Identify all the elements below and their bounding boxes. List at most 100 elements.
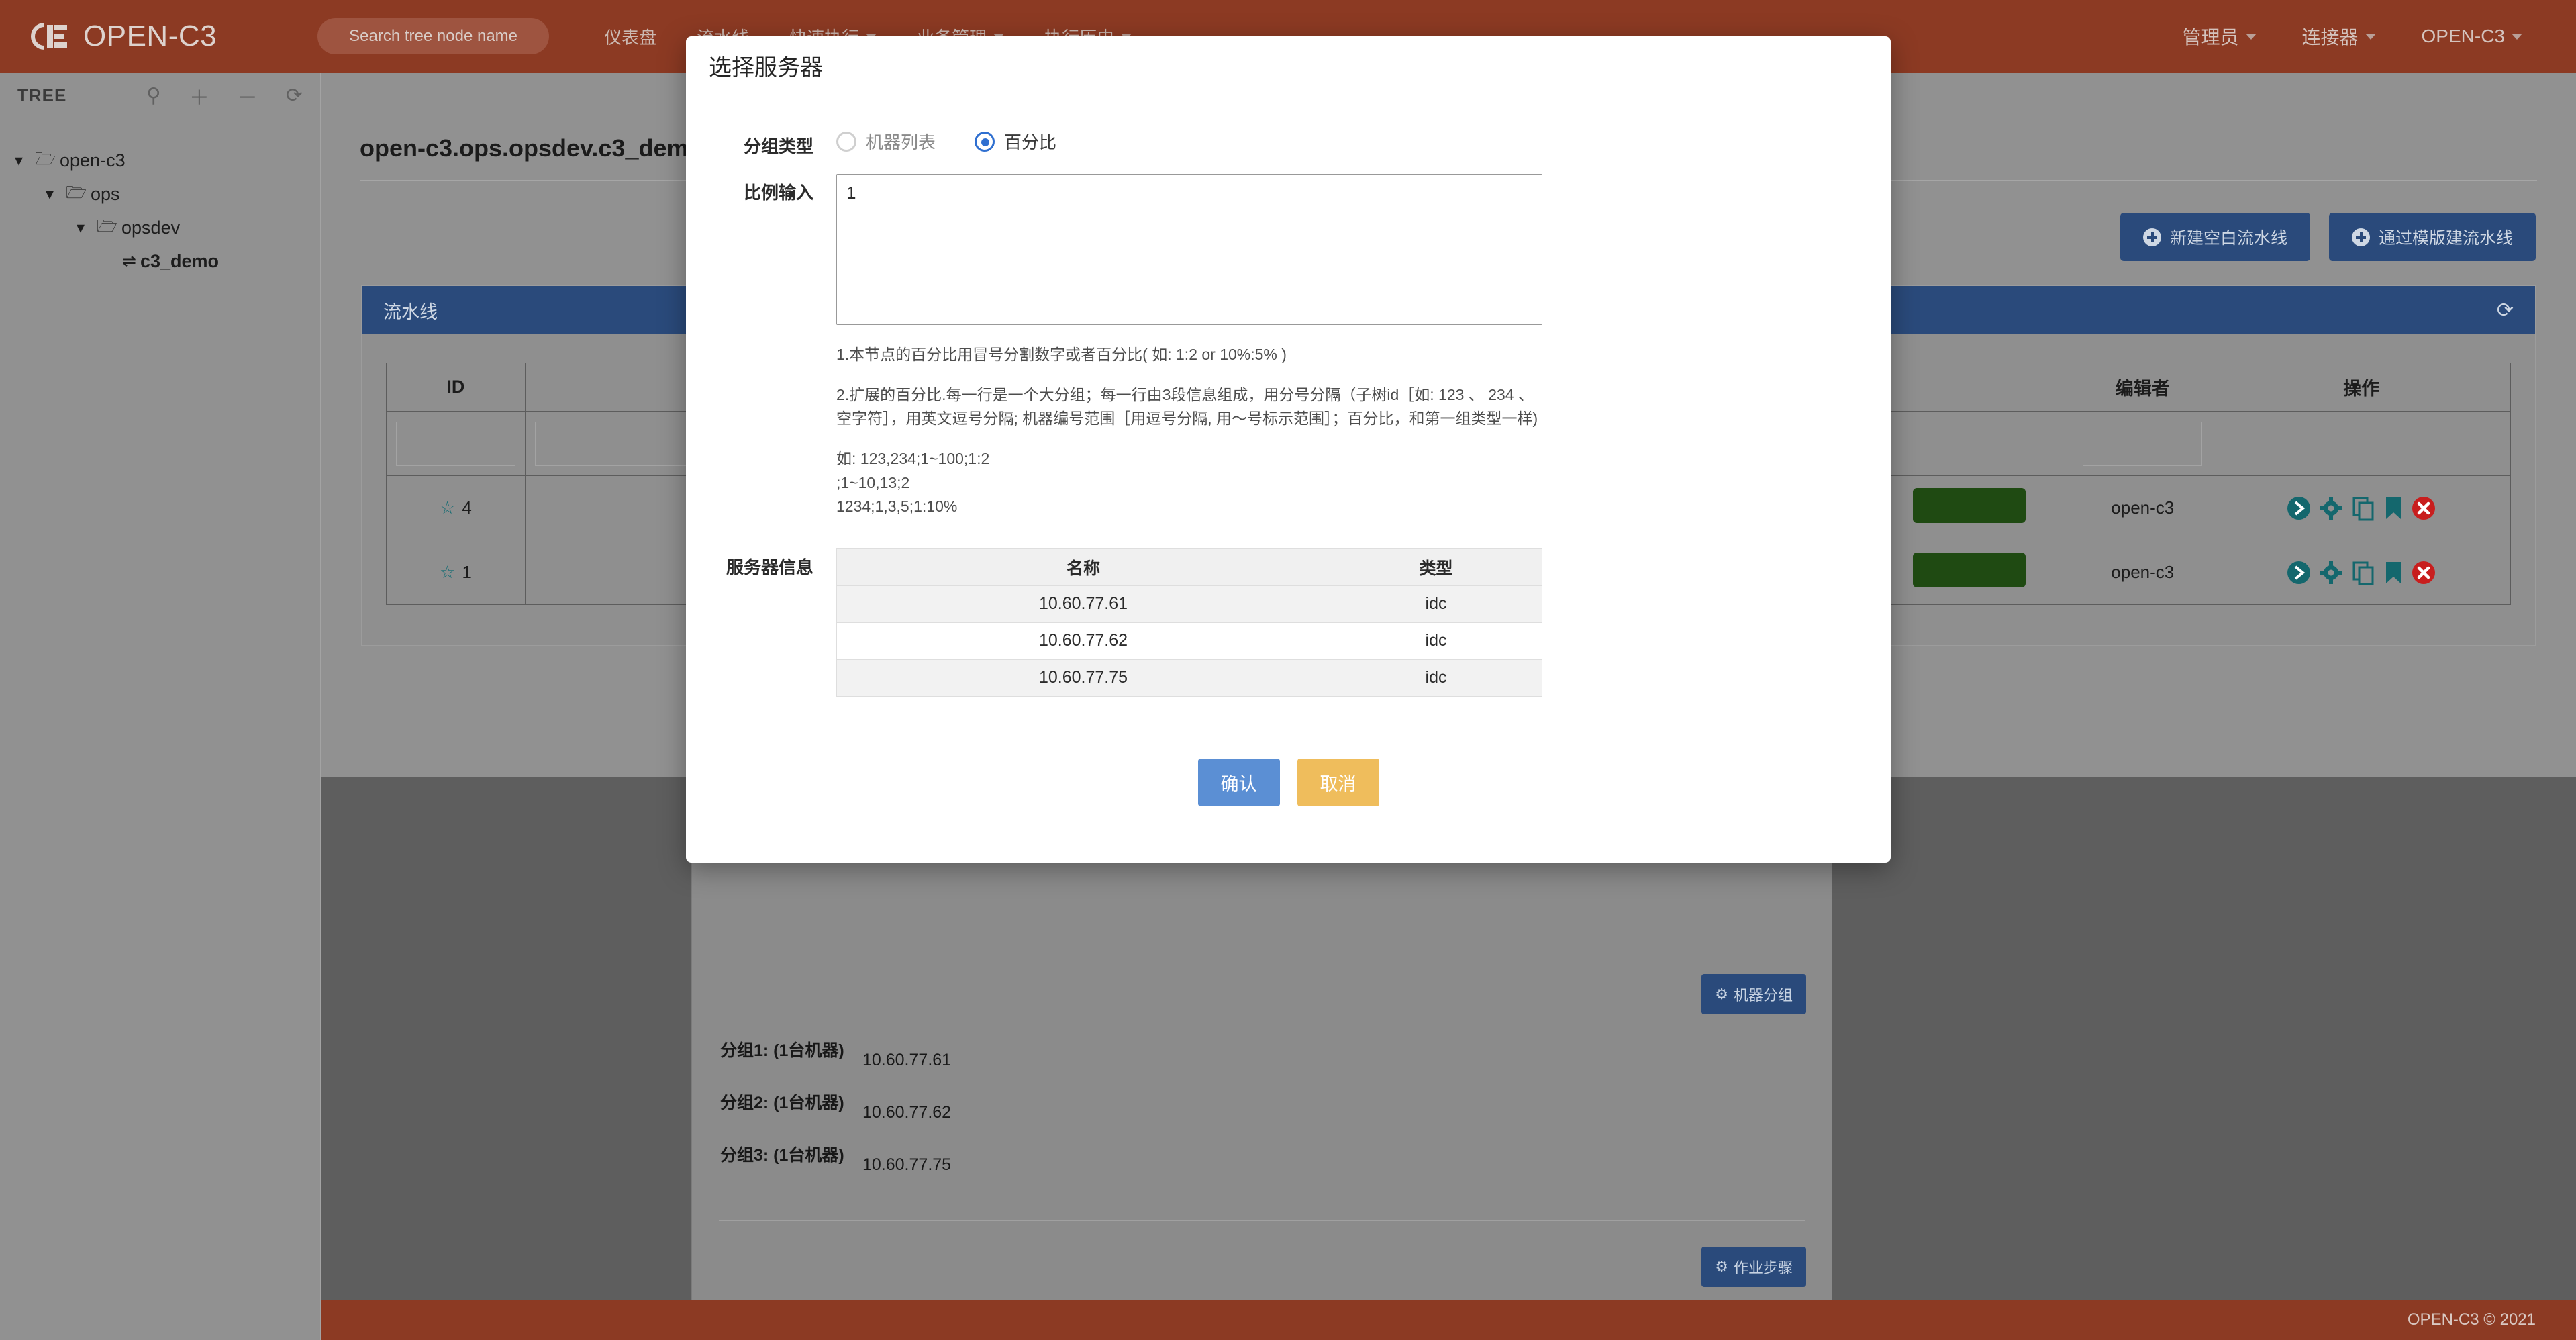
- run-icon[interactable]: [2285, 559, 2312, 586]
- server-row: 10.60.77.75 idc: [837, 659, 1542, 696]
- bookmark-icon[interactable]: [2382, 495, 2405, 522]
- chevron-down-icon[interactable]: ▾: [15, 151, 35, 171]
- gear-icon[interactable]: [2318, 495, 2344, 522]
- tree-node-ops[interactable]: ▾ 🗁 ops: [0, 177, 320, 211]
- ratio-hint-block: 1.本节点的百分比用冒号分割数字或者百分比( 如: 1:2 or 10%:5% …: [836, 343, 1542, 519]
- tree-node-label: c3_demo: [140, 251, 219, 272]
- filter-input-editor[interactable]: [2083, 422, 2202, 466]
- nav-label: 仪表盘: [604, 24, 656, 49]
- group-label: 分组2: (1台机器): [720, 1090, 844, 1114]
- open-c3-logo-icon: [30, 22, 68, 50]
- id-value: 4: [462, 497, 471, 518]
- group-ip: 10.60.77.62: [862, 1103, 951, 1122]
- server-row: 10.60.77.61 idc: [837, 585, 1542, 622]
- nav-label: 连接器: [2302, 23, 2359, 50]
- folder-open-icon: 🗁: [66, 180, 87, 209]
- job-steps-button[interactable]: ⚙ 作业步骤: [1701, 1247, 1806, 1287]
- group-type-label: 分组类型: [715, 128, 836, 158]
- sliders-icon: ⇌: [122, 251, 136, 271]
- minus-icon[interactable]: －: [238, 81, 258, 111]
- confirm-button[interactable]: 确认: [1198, 759, 1280, 806]
- button-label: 新建空白流水线: [2170, 225, 2287, 249]
- copyright-text: OPEN-C3 © 2021: [2408, 1310, 2536, 1329]
- delete-icon[interactable]: [2410, 495, 2437, 522]
- sidebar: TREE ⚲ ＋ － ⟳ ▾ 🗁 open-c3 ▾ 🗁 ops: [0, 73, 321, 1340]
- server-type: idc: [1330, 622, 1542, 659]
- chevron-down-icon: [2246, 34, 2257, 40]
- cell-status: [1865, 540, 2073, 605]
- server-info-row: 服务器信息 名称 类型 10.60.77.61 idc: [715, 548, 1861, 697]
- ratio-label: 比例输入: [715, 174, 836, 204]
- machine-group-button[interactable]: ⚙ 机器分组: [1701, 974, 1806, 1014]
- hint-line-2: 2.扩展的百分比.每一行是一个大分组；每一行由3段信息组成，用分号分隔（子树id…: [836, 383, 1542, 431]
- filter-input-id[interactable]: [396, 422, 515, 466]
- th-server-name: 名称: [837, 548, 1330, 585]
- nav-item-dashboard[interactable]: 仪表盘: [584, 24, 677, 49]
- group-type-row: 分组类型 机器列表 百分比: [715, 128, 1861, 158]
- cell-status: [1865, 476, 2073, 540]
- search-input[interactable]: Search tree node name: [317, 18, 549, 54]
- cell-actions: [2212, 540, 2511, 605]
- tree-node-open-c3[interactable]: ▾ 🗁 open-c3: [0, 144, 320, 177]
- server-name: 10.60.77.62: [837, 622, 1330, 659]
- tree-node-c3-demo[interactable]: ⇌ c3_demo: [0, 244, 320, 278]
- ratio-input[interactable]: [836, 174, 1542, 325]
- th-actions: 操作: [2212, 363, 2511, 412]
- nav-label: 管理员: [2183, 23, 2239, 50]
- cell-id: ☆1: [387, 540, 526, 605]
- panel-title: 流水线: [383, 297, 438, 324]
- cancel-button[interactable]: 取消: [1297, 759, 1379, 806]
- status-badge: [1913, 553, 2026, 587]
- plus-circle-icon: [2352, 228, 2370, 246]
- modal-title: 选择服务器: [709, 49, 823, 82]
- nav-item-user[interactable]: OPEN-C3: [2399, 26, 2545, 47]
- modal-body: 分组类型 机器列表 百分比 比例输入: [686, 95, 1891, 863]
- new-pipeline-from-template-button[interactable]: 通过模版建流水线: [2329, 213, 2536, 261]
- brand-label: OPEN-C3: [83, 19, 217, 53]
- search-placeholder: Search tree node name: [349, 27, 517, 46]
- plus-icon[interactable]: ＋: [189, 81, 209, 111]
- chevron-down-icon[interactable]: ▾: [77, 218, 97, 238]
- radio-label: 百分比: [1004, 129, 1056, 154]
- plus-circle-icon: [2143, 228, 2161, 246]
- server-table: 名称 类型 10.60.77.61 idc 10.60.77.62: [836, 548, 1542, 697]
- new-blank-pipeline-button[interactable]: 新建空白流水线: [2120, 213, 2310, 261]
- star-icon[interactable]: ☆: [440, 562, 455, 582]
- cell-actions: [2212, 476, 2511, 540]
- delete-icon[interactable]: [2410, 559, 2437, 586]
- server-table-header-row: 名称 类型: [837, 548, 1542, 585]
- gear-icon[interactable]: [2318, 559, 2344, 586]
- nav-right: 管理员 连接器 OPEN-C3: [2160, 23, 2546, 50]
- copy-icon[interactable]: [2350, 559, 2377, 586]
- cell-id: ☆4: [387, 476, 526, 540]
- tree-node-label: ops: [91, 184, 120, 205]
- group-type-radio-group: 机器列表 百分比: [836, 128, 1861, 154]
- group-label: 分组3: (1台机器): [720, 1142, 844, 1166]
- radio-machine-list[interactable]: 机器列表: [836, 129, 936, 154]
- nav-item-admin[interactable]: 管理员: [2160, 23, 2279, 50]
- chevron-down-icon[interactable]: ▾: [46, 185, 66, 204]
- location-pin-icon[interactable]: ⚲: [146, 84, 161, 107]
- button-label: 机器分组: [1734, 984, 1793, 1005]
- run-icon[interactable]: [2285, 495, 2312, 522]
- nav-item-connector[interactable]: 连接器: [2279, 23, 2399, 50]
- server-name: 10.60.77.75: [837, 659, 1330, 696]
- radio-percentage[interactable]: 百分比: [975, 129, 1056, 154]
- server-info-label: 服务器信息: [715, 548, 836, 579]
- group-ip: 10.60.77.75: [862, 1155, 951, 1175]
- refresh-icon[interactable]: ⟳: [2497, 299, 2514, 322]
- star-icon[interactable]: ☆: [440, 497, 455, 518]
- brand[interactable]: OPEN-C3: [30, 19, 217, 53]
- app-root: OPEN-C3 Search tree node name 仪表盘 流水线 快速…: [0, 0, 2576, 1340]
- bookmark-icon[interactable]: [2382, 559, 2405, 586]
- copy-icon[interactable]: [2350, 495, 2377, 522]
- row-actions: [2212, 495, 2510, 522]
- server-name: 10.60.77.61: [837, 585, 1330, 622]
- refresh-icon[interactable]: ⟳: [286, 84, 303, 107]
- radio-circle-icon: [836, 132, 856, 152]
- folder-open-icon: 🗁: [97, 213, 117, 242]
- chevron-down-icon: [2365, 34, 2376, 40]
- tree-node-opsdev[interactable]: ▾ 🗁 opsdev: [0, 211, 320, 244]
- server-type: idc: [1330, 659, 1542, 696]
- tree: ▾ 🗁 open-c3 ▾ 🗁 ops ▾ 🗁 opsdev ⇌ c3_demo: [0, 119, 320, 278]
